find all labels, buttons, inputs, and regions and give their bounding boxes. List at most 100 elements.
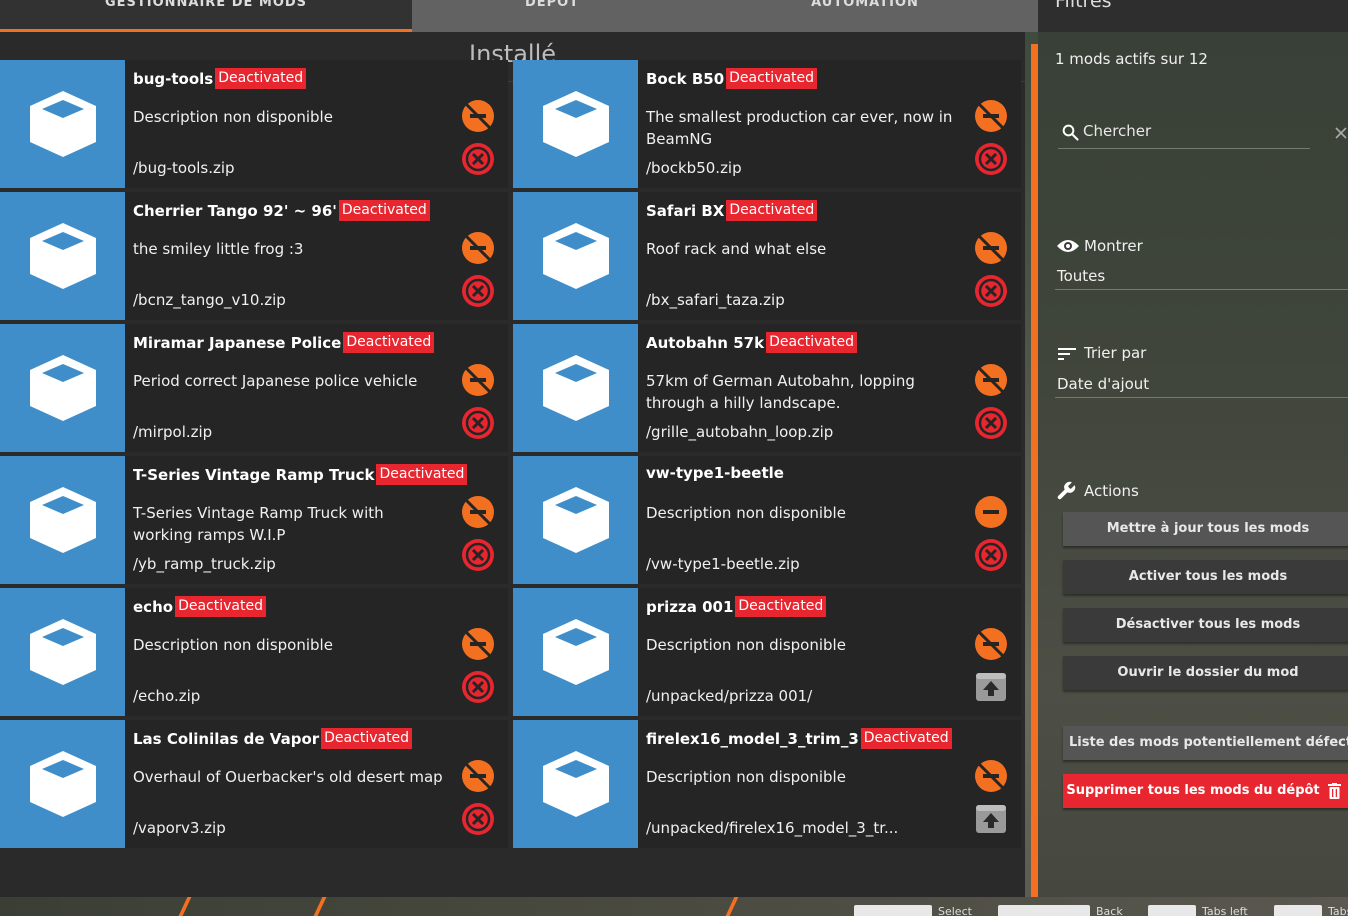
bottom-hint-bar: Select Back Tabs left Tabs right	[0, 897, 1348, 916]
mod-path: /unpacked/prizza 001/	[646, 687, 813, 705]
tab-label: AUTOMATION	[811, 0, 919, 10]
activate-toggle-icon	[462, 232, 494, 264]
mod-description: Description non disponible	[133, 108, 333, 126]
tab-automation[interactable]: AUTOMATION	[692, 0, 1038, 32]
mod-card[interactable]: Autobahn 57k Deactivated 57km of German Au…	[513, 324, 1021, 452]
mod-card[interactable]: Bock B50 Deactivated The smallest producti…	[513, 60, 1021, 188]
toggle-mod-button[interactable]	[461, 495, 495, 529]
key-hint-box	[998, 905, 1090, 916]
tab-mod-manager[interactable]: GESTIONNAIRE DE MODS	[0, 0, 412, 32]
delete-icon	[462, 803, 494, 835]
mod-info: Miramar Japanese Police Deactivated Period…	[133, 324, 453, 452]
mod-card[interactable]: Cherrier Tango 92' ~ 96' Deactivated the s…	[0, 192, 508, 320]
sort-select[interactable]: Date d'ajout	[1057, 375, 1149, 393]
active-mods-count: 1 mods actifs sur 12	[1055, 50, 1208, 68]
status-badge: Deactivated	[726, 200, 818, 221]
delete-mod-button[interactable]	[461, 538, 495, 572]
toggle-mod-button[interactable]	[461, 363, 495, 397]
toggle-mod-button[interactable]	[974, 759, 1008, 793]
clear-icon[interactable]	[1335, 127, 1347, 139]
activate-toggle-icon	[462, 628, 494, 660]
delete-mod-button[interactable]	[974, 406, 1008, 440]
select-underline	[1055, 397, 1348, 398]
toggle-mod-button[interactable]	[461, 231, 495, 265]
key-hint-box	[1148, 905, 1196, 916]
pack-icon	[976, 673, 1006, 701]
mod-card[interactable]: bug-tools Deactivated Description non disp…	[0, 60, 508, 188]
mod-description: Description non disponible	[646, 636, 846, 654]
mod-name: prizza 001	[646, 597, 734, 616]
open-mod-folder-button[interactable]: Ouvrir le dossier du mod	[1063, 656, 1348, 690]
delete-icon	[462, 671, 494, 703]
mod-thumbnail	[513, 192, 638, 320]
mod-name: Cherrier Tango 92' ~ 96'	[133, 201, 337, 220]
delete-mod-button[interactable]	[461, 142, 495, 176]
toggle-mod-button[interactable]	[974, 495, 1008, 529]
mod-info: bug-tools Deactivated Description non disp…	[133, 60, 453, 188]
delete-mod-button[interactable]	[974, 274, 1008, 308]
select-underline	[1055, 289, 1348, 290]
activate-toggle-icon	[975, 232, 1007, 264]
show-filter-select[interactable]: Toutes	[1057, 267, 1105, 285]
sidebar-header: Filtres	[1038, 0, 1348, 32]
package-icon	[29, 619, 96, 685]
package-icon	[542, 355, 609, 421]
mod-card[interactable]: Las Colinilas de Vapor Deactivated Overhau…	[0, 720, 508, 848]
divider	[725, 897, 739, 916]
mod-thumbnail	[513, 720, 638, 848]
scrollbar[interactable]	[1031, 44, 1038, 900]
package-icon	[29, 487, 96, 553]
package-icon	[542, 223, 609, 289]
mod-path: /bx_safari_taza.zip	[646, 291, 785, 309]
delete-icon	[462, 275, 494, 307]
mod-name: bug-tools	[133, 69, 214, 88]
delete-all-repo-mods-button[interactable]: Supprimer tous les mods du dépôt	[1063, 774, 1348, 808]
trash-icon	[1328, 783, 1341, 799]
toggle-mod-button[interactable]	[974, 231, 1008, 265]
delete-mod-button[interactable]	[461, 406, 495, 440]
activate-toggle-icon	[462, 496, 494, 528]
update-all-mods-button[interactable]: Mettre à jour tous les mods	[1063, 512, 1348, 546]
delete-mod-button[interactable]	[461, 274, 495, 308]
mod-name-row: echo Deactivated	[133, 596, 266, 617]
mod-thumbnail	[0, 456, 125, 584]
mod-card[interactable]: vw-type1-beetle Description non disponibl…	[513, 456, 1021, 584]
toggle-mod-button[interactable]	[974, 363, 1008, 397]
package-icon	[29, 355, 96, 421]
mod-description: The smallest production car ever, now in…	[646, 108, 953, 148]
activate-all-mods-button[interactable]: Activer tous les mods	[1063, 560, 1348, 594]
delete-mod-button[interactable]	[461, 670, 495, 704]
mod-description: Overhaul of Ouerbacker's old desert map	[133, 768, 443, 786]
deactivate-all-mods-button[interactable]: Désactiver tous les mods	[1063, 608, 1348, 642]
mod-thumbnail	[0, 588, 125, 716]
mod-card[interactable]: prizza 001 Deactivated Description non dis…	[513, 588, 1021, 716]
toggle-mod-button[interactable]	[974, 627, 1008, 661]
delete-icon	[462, 143, 494, 175]
pack-mod-button[interactable]	[975, 672, 1007, 702]
package-icon	[29, 91, 96, 157]
delete-mod-button[interactable]	[974, 142, 1008, 176]
faulty-mods-list-button[interactable]: Liste des mods potentiellement défectueu…	[1063, 726, 1348, 760]
mod-description: Roof rack and what else	[646, 240, 827, 258]
toggle-mod-button[interactable]	[461, 99, 495, 133]
mod-card[interactable]: Safari BX Deactivated Roof rack and what e…	[513, 192, 1021, 320]
status-badge: Deactivated	[338, 200, 430, 221]
toggle-mod-button[interactable]	[461, 627, 495, 661]
mod-card[interactable]: T-Series Vintage Ramp Truck Deactivated T-…	[0, 456, 508, 584]
mod-description: the smiley little frog :3	[133, 240, 304, 258]
delete-icon	[975, 539, 1007, 571]
pack-mod-button[interactable]	[975, 804, 1007, 834]
mod-card[interactable]: echo Deactivated Description non disponibl…	[0, 588, 508, 716]
toggle-mod-button[interactable]	[974, 99, 1008, 133]
package-icon	[542, 751, 609, 817]
delete-mod-button[interactable]	[461, 802, 495, 836]
tab-repository[interactable]: DÉPÔT	[412, 0, 692, 32]
mod-card[interactable]: Miramar Japanese Police Deactivated Period…	[0, 324, 508, 452]
search-input[interactable]: Chercher	[1083, 122, 1151, 140]
mod-thumbnail	[513, 60, 638, 188]
mod-info: echo Deactivated Description non disponibl…	[133, 588, 453, 716]
delete-mod-button[interactable]	[974, 538, 1008, 572]
mod-name-row: firelex16_model_3_trim_3 Deactivated	[646, 728, 952, 749]
mod-card[interactable]: firelex16_model_3_trim_3 Deactivated Descr…	[513, 720, 1021, 848]
toggle-mod-button[interactable]	[461, 759, 495, 793]
